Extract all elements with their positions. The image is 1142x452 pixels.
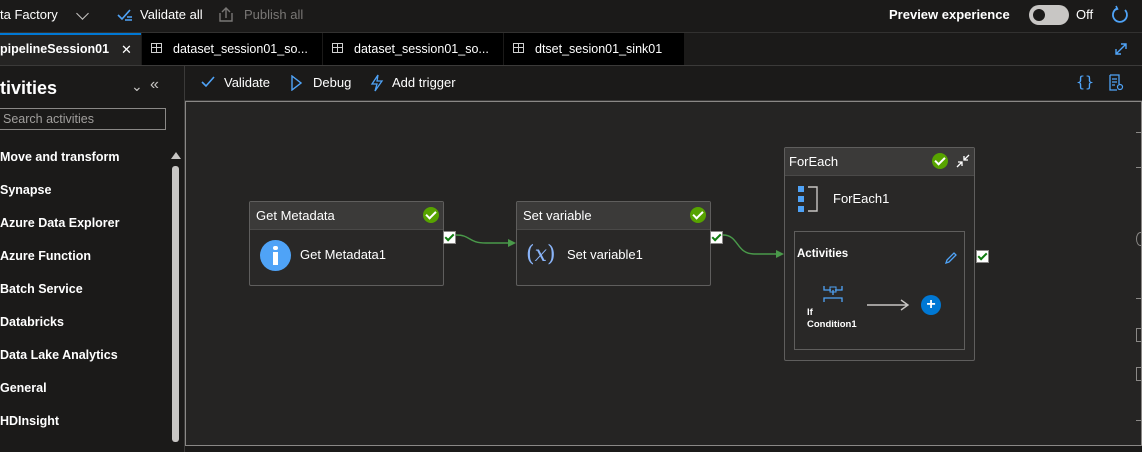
pipeline-canvas[interactable]: Get Metadata Get Metadata1 Set variable … [185,101,1142,446]
table-icon [332,43,343,53]
tab-label: dataset_session01_so... [354,42,489,56]
tab-label: pipelineSession01 [0,42,110,56]
validate-all-label: Validate all [140,7,203,22]
validate-label: Validate [224,75,271,90]
publish-all-label: Publish all [244,7,304,22]
foreach-icon [798,186,818,212]
foreach-activity[interactable]: ForEach ForEach1 Activities If Condition… [784,147,975,361]
play-icon [291,75,302,91]
category-general[interactable]: General [0,381,47,395]
toggle-knob [1033,9,1045,21]
connector-line [722,234,776,255]
tab-bar: pipelineSession01 ✕ dataset_session01_so… [0,33,1142,66]
table-icon [151,43,162,53]
inner-activities-box[interactable]: Activities If Condition1 + [794,231,965,350]
category-batch-service[interactable]: Batch Service [0,282,83,296]
success-output-checkbox[interactable] [976,250,989,263]
app-title: ta Factory [0,7,58,22]
zoom-reset-icon[interactable] [1136,232,1142,246]
auto-align-icon[interactable] [1136,367,1142,381]
refresh-icon[interactable] [1111,5,1129,25]
scroll-up-icon[interactable] [171,152,181,159]
connectors [455,234,784,258]
collapse-node-icon[interactable] [955,153,971,169]
tab-pipelineSession01[interactable]: pipelineSession01 ✕ [0,33,141,65]
close-icon[interactable]: ✕ [121,35,132,64]
category-synapse[interactable]: Synapse [0,183,51,197]
search-activities-input[interactable] [0,108,166,130]
arrow-right-icon [867,299,910,311]
preview-toggle[interactable] [1029,5,1069,25]
tab-label: dataset_session01_so... [173,42,308,56]
node-header: ForEach [785,148,974,176]
fit-to-screen-icon[interactable] [1136,328,1142,342]
tab-dataset-1[interactable]: dataset_session01_so... [142,33,322,65]
category-data-lake-analytics[interactable]: Data Lake Analytics [0,348,118,362]
connector-line [455,234,508,244]
collapse-all-icon[interactable]: ⌄ [131,78,143,95]
inner-activities-title: Activities [797,248,849,260]
minimap-icon[interactable] [1136,420,1142,421]
category-hdinsight[interactable]: HDInsight [0,414,59,428]
category-azure-function[interactable]: Azure Function [0,249,91,263]
add-activity-icon[interactable]: + [921,295,941,315]
activities-title: tivities [0,78,58,98]
check-icon [201,76,215,88]
zoom-in-icon[interactable] [1136,132,1142,133]
scrollbar-thumb[interactable] [172,166,179,442]
top-bar: ta Factory Validate all Publish all Prev… [0,0,1142,33]
inner-activity-label-1: If [807,307,813,318]
code-view-icon[interactable]: {} [1076,73,1094,91]
validate-all-icon [117,9,132,21]
tab-dataset-sink[interactable]: dtset_sesion01_sink01 [504,33,684,65]
tab-dataset-2[interactable]: dataset_session01_so... [323,33,503,65]
category-move-and-transform[interactable]: Move and transform [0,150,119,164]
zoom-out-icon[interactable] [1136,298,1142,299]
table-icon [513,43,524,53]
collapse-panel-icon[interactable]: « [150,76,159,94]
connector-arrow [508,239,516,247]
preview-experience-label: Preview experience [889,7,1010,22]
activities-panel: tivities ⌄ « Move and transform Synapse … [0,66,185,452]
edit-icon[interactable] [944,251,958,265]
if-condition-icon [823,286,843,302]
zoom-control[interactable] [1136,167,1142,168]
chevron-down-icon[interactable] [76,7,89,20]
debug-label: Debug [313,75,352,90]
tab-label: dtset_sesion01_sink01 [535,42,663,56]
inner-activity-label-2: Condition1 [807,319,857,330]
publish-icon [219,7,233,22]
success-check-icon [932,153,948,169]
node-type-label: ForEach [789,154,839,169]
preview-state-label: Off [1076,7,1094,22]
expand-icon[interactable] [1114,42,1128,56]
activity-name: ForEach1 [833,191,890,206]
connector-arrow [776,250,784,258]
properties-icon[interactable] [1108,74,1124,92]
category-azure-data-explorer[interactable]: Azure Data Explorer [0,216,119,230]
add-trigger-label: Add trigger [392,75,456,90]
lightning-icon [370,74,384,92]
category-databricks[interactable]: Databricks [0,315,64,329]
pipeline-toolbar: Validate Debug Add trigger {} [185,66,1142,101]
